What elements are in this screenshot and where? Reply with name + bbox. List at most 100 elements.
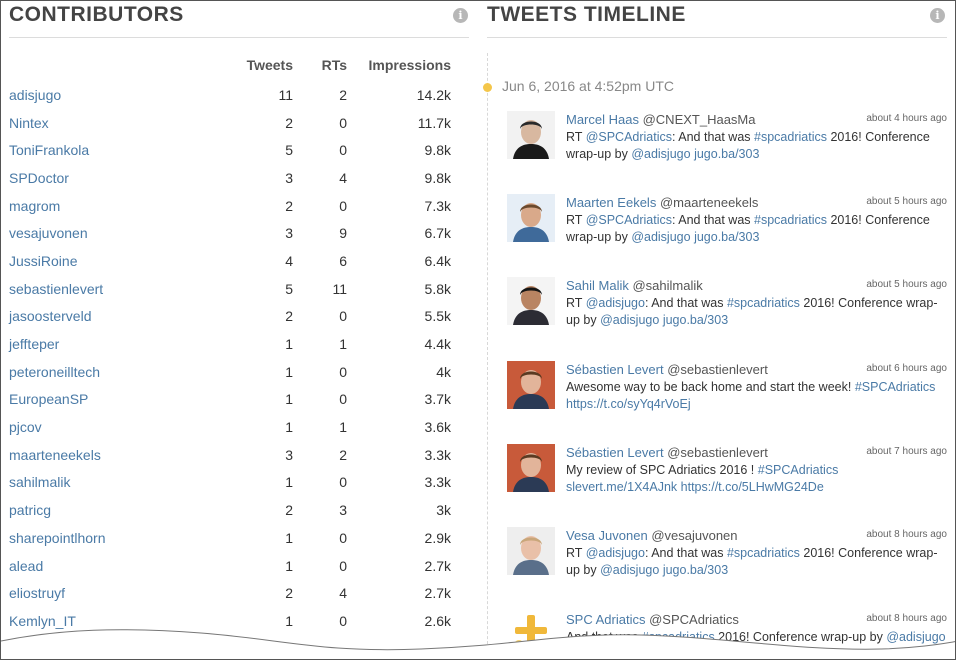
tweet-author-handle[interactable]: @sahilmalik — [632, 278, 702, 293]
tweet-author-handle[interactable]: @CNEXT_HaasMa — [643, 112, 756, 127]
tweet-link[interactable]: jugo.ba/303 — [694, 230, 759, 244]
tweet-timestamp[interactable]: about 8 hours ago — [866, 527, 947, 543]
tweet-link[interactable]: #SPCAdriatics — [758, 463, 839, 477]
info-icon[interactable]: i — [453, 8, 468, 23]
timeline-divider — [487, 37, 947, 38]
tweet-text: Awesome way to be back home and start th… — [566, 379, 947, 413]
rts-column-header[interactable]: RTs — [293, 57, 347, 73]
impressions-count: 3.6k — [424, 419, 451, 436]
impressions-count: 6.7k — [424, 225, 451, 242]
contributor-name[interactable]: pjcov — [9, 419, 209, 435]
tweet-link[interactable]: @SPCAdriatics — [586, 130, 672, 144]
contributor-name[interactable]: jasoosterveld — [9, 308, 209, 324]
contributor-name[interactable]: vesajuvonen — [9, 225, 209, 241]
tweet-link[interactable]: @adisjugo — [586, 296, 645, 310]
contributor-name[interactable]: Nintex — [9, 115, 209, 131]
impressions-count: 2.7k — [424, 557, 451, 574]
contributors-table: Tweets RTs Impressions adisjugo 11 2 14.2k N… — [9, 49, 453, 635]
impressions-count: 2.7k — [424, 585, 451, 602]
contributor-name[interactable]: EuropeanSP — [9, 391, 209, 407]
tweet-link[interactable]: #SPCAdriatics — [855, 380, 936, 394]
tweet-text-segment: : And that was — [672, 213, 755, 227]
tweets-column-header[interactable]: Tweets — [209, 57, 293, 73]
tweet-author-name[interactable]: Sahil Malik — [566, 278, 629, 293]
contributor-name[interactable]: maarteneekels — [9, 447, 209, 463]
tweet-body: Sébastien Levert @sebastienlevert about 7… — [566, 444, 947, 496]
contributor-name[interactable]: JussiRoine — [9, 253, 209, 269]
tweet-link[interactable]: #spcadriatics — [754, 130, 827, 144]
tweet-author-handle[interactable]: @maarteneekels — [660, 195, 758, 210]
contributor-name[interactable]: sebastienlevert — [9, 281, 209, 297]
contributor-name[interactable]: alead — [9, 558, 209, 574]
info-icon[interactable]: i — [930, 8, 945, 23]
tweet-link[interactable]: jugo.ba/303 — [663, 563, 728, 577]
contributor-name[interactable]: patricg — [9, 502, 209, 518]
table-row: jasoosterveld 2 0 5.5k — [9, 303, 453, 331]
contributor-name[interactable]: sharepointlhorn — [9, 530, 209, 546]
tweet-text-segment: Awesome way to be back home and start th… — [566, 380, 855, 394]
tweet-link[interactable]: @SPCAdriatics — [586, 213, 672, 227]
tweet-link[interactable]: jugo.ba/303 — [694, 147, 759, 161]
contributor-name[interactable]: sahilmalik — [9, 474, 209, 490]
tweet-author-handle[interactable]: @sebastienlevert — [667, 445, 768, 460]
contributor-name[interactable]: adisjugo — [9, 87, 209, 103]
marcel-haas-avatar[interactable] — [507, 111, 555, 159]
tweets-count: 1 — [285, 336, 293, 353]
tweet-author-name[interactable]: Maarten Eekels — [566, 195, 656, 210]
sebastien-levert-avatar[interactable] — [507, 444, 555, 492]
rts-count: 0 — [339, 363, 347, 380]
tweet-link[interactable]: @adisjugo — [600, 313, 659, 327]
tweet-link[interactable]: slevert.me/1X4AJnk — [566, 480, 677, 494]
tweets-count: 1 — [285, 419, 293, 436]
vesa-juvonen-avatar[interactable] — [507, 527, 555, 575]
sahil-malik-avatar[interactable] — [507, 277, 555, 325]
tweet-link[interactable]: https://t.co/syYq4rVoEj — [566, 397, 691, 411]
rts-count: 0 — [339, 391, 347, 408]
sebastien-levert-avatar[interactable] — [507, 361, 555, 409]
tweet-link[interactable]: #spcadriatics — [727, 546, 800, 560]
impressions-count: 7.3k — [424, 197, 451, 214]
impressions-count: 3k — [436, 502, 451, 519]
contributor-name[interactable]: jeffteper — [9, 336, 209, 352]
tweet-author-name[interactable]: Marcel Haas — [566, 112, 639, 127]
tweet-text-segment: : And that was — [644, 296, 727, 310]
tweet-link[interactable]: @adisjugo — [600, 563, 659, 577]
tweet-text: RT @SPCAdriatics: And that was #spcadria… — [566, 129, 947, 163]
tweet-link[interactable]: @adisjugo — [631, 147, 690, 161]
tweet-timestamp[interactable]: about 5 hours ago — [866, 277, 947, 293]
contributors-divider — [9, 37, 469, 38]
tweet-author-handle[interactable]: @sebastienlevert — [667, 362, 768, 377]
tweet-timestamp[interactable]: about 7 hours ago — [866, 444, 947, 460]
tweet-link[interactable]: #spcadriatics — [727, 296, 800, 310]
table-row: JussiRoine 4 6 6.4k — [9, 247, 453, 275]
tweets-count: 1 — [285, 474, 293, 491]
tweet-link[interactable]: jugo.ba/303 — [663, 313, 728, 327]
contributor-name[interactable]: eliostruyf — [9, 585, 209, 601]
contributor-name[interactable]: magrom — [9, 198, 209, 214]
tweet-author-name[interactable]: Sébastien Levert — [566, 445, 664, 460]
tweet-timestamp[interactable]: about 6 hours ago — [866, 361, 947, 377]
contributor-name[interactable]: SPDoctor — [9, 170, 209, 186]
tweet-timestamp[interactable]: about 5 hours ago — [866, 194, 947, 210]
impressions-column-header[interactable]: Impressions — [347, 57, 451, 73]
tweet-link[interactable]: @adisjugo — [631, 230, 690, 244]
tweet-timestamp[interactable]: about 4 hours ago — [866, 111, 947, 127]
tweet-author-handle[interactable]: @vesajuvonen — [651, 528, 737, 543]
contributor-name[interactable]: ToniFrankola — [9, 142, 209, 158]
impressions-count: 4k — [436, 363, 451, 380]
contributor-name[interactable]: peteroneilltech — [9, 364, 209, 380]
maarten-eekels-avatar[interactable] — [507, 194, 555, 242]
impressions-count: 3.3k — [424, 474, 451, 491]
tweet-author-name[interactable]: Sébastien Levert — [566, 362, 664, 377]
app-frame: CONTRIBUTORS i Tweets RTs Impressions ad… — [0, 0, 956, 660]
tweet-author-name[interactable]: Vesa Juvonen — [566, 528, 648, 543]
tweet-link[interactable]: #spcadriatics — [754, 213, 827, 227]
impressions-count: 9.8k — [424, 142, 451, 159]
tweet-link[interactable]: @adisjugo — [586, 546, 645, 560]
rts-count: 2 — [339, 446, 347, 463]
tweets-count: 3 — [285, 169, 293, 186]
tweet-link[interactable]: https://t.co/5LHwMG24De — [681, 480, 824, 494]
timeline-line — [487, 53, 488, 659]
tweet-text-segment: RT — [566, 130, 586, 144]
table-row: sahilmalik 1 0 3.3k — [9, 469, 453, 497]
